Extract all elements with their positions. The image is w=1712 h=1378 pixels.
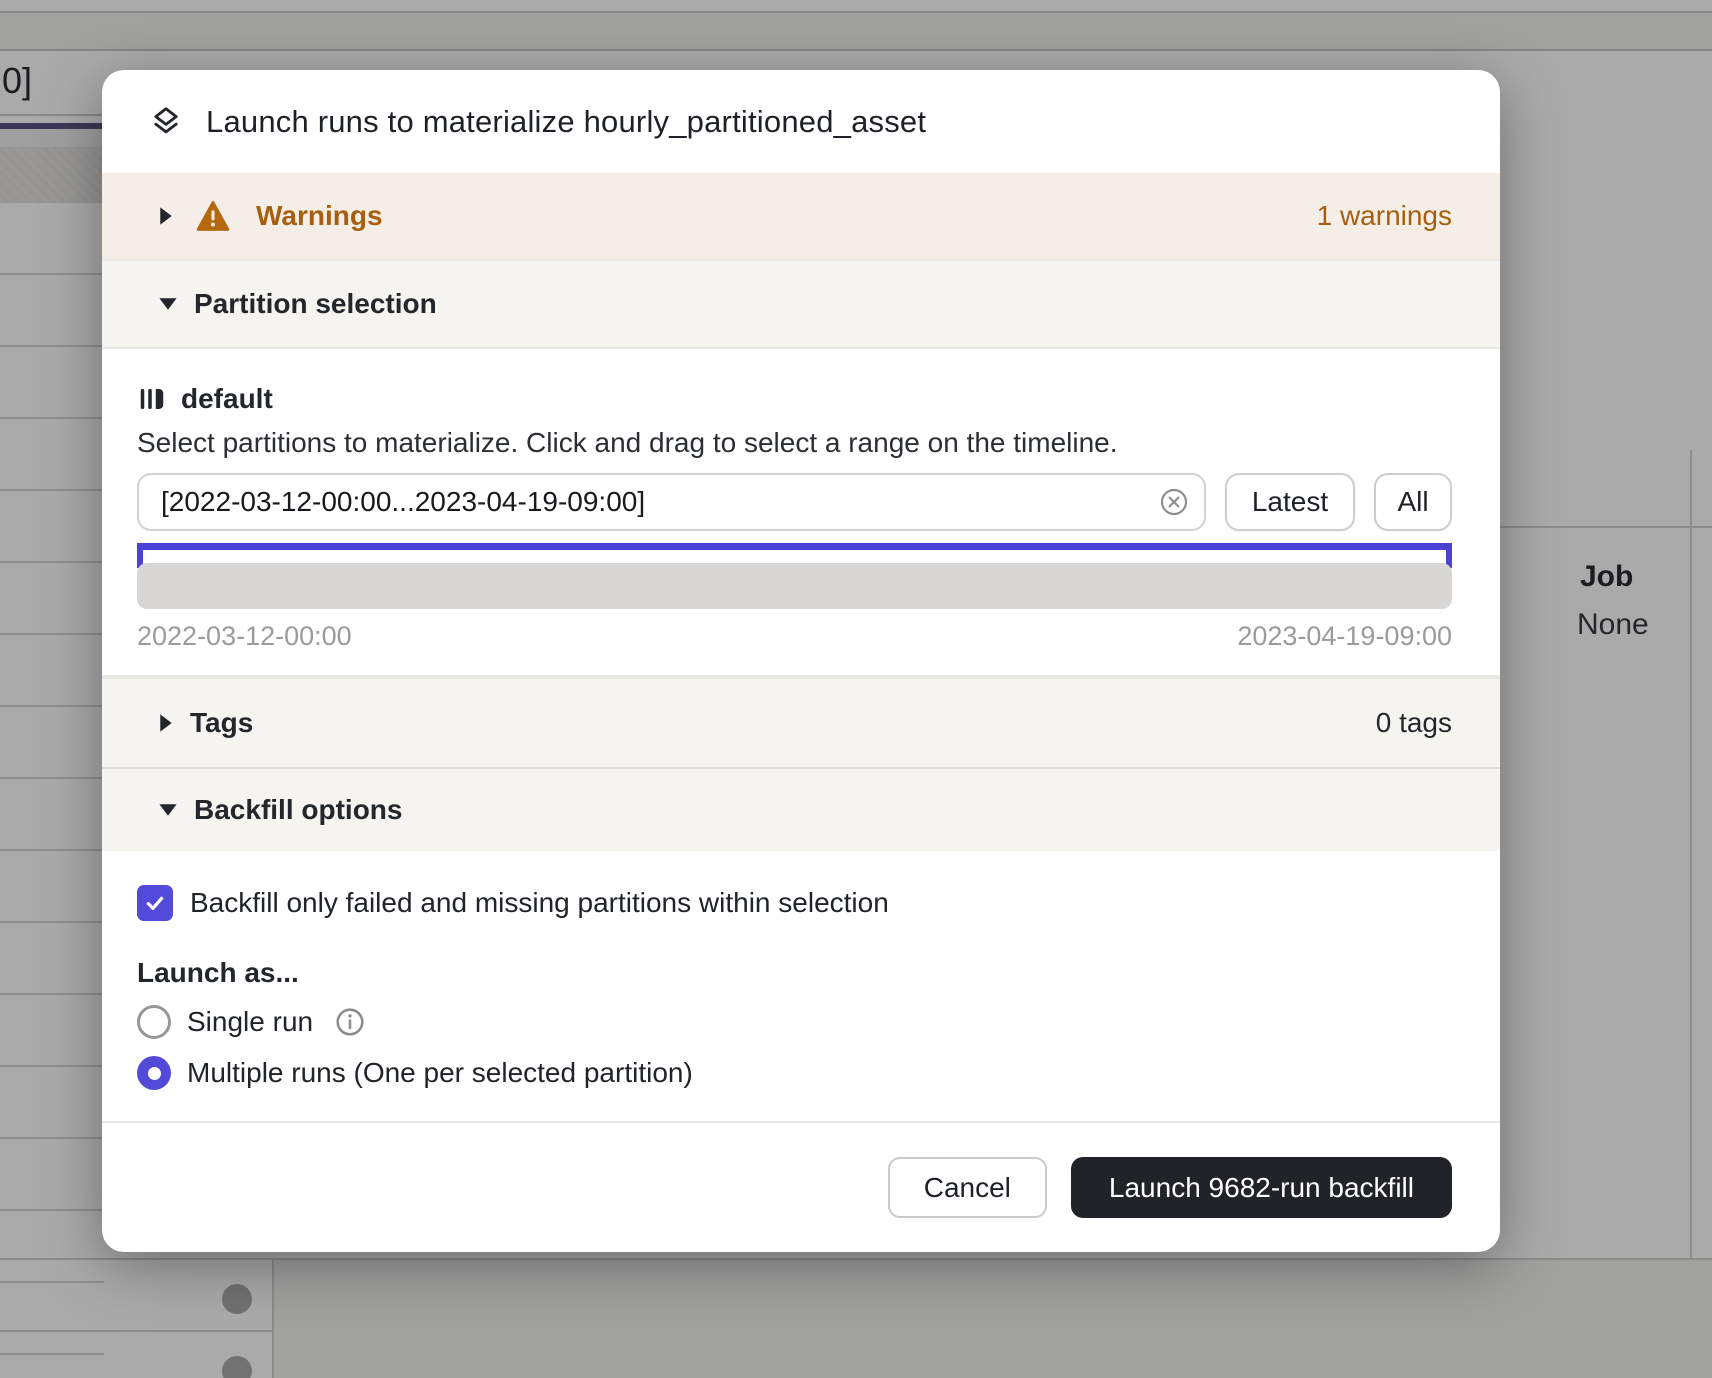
backfill-options-body: Backfill only failed and missing partiti… bbox=[102, 851, 1500, 1121]
partition-range-input[interactable] bbox=[137, 473, 1206, 531]
launch-as-label: Launch as... bbox=[137, 957, 1452, 989]
multiple-runs-label: Multiple runs (One per selected partitio… bbox=[187, 1057, 693, 1089]
partition-selection-toggle[interactable]: Partition selection bbox=[102, 259, 1500, 347]
warnings-count: 1 warnings bbox=[1317, 200, 1452, 232]
launch-backfill-dialog: Launch runs to materialize hourly_partit… bbox=[102, 70, 1500, 1252]
timeline-start-date: 2022-03-12-00:00 bbox=[137, 621, 352, 652]
single-run-radio[interactable] bbox=[137, 1005, 171, 1039]
tags-header: Tags bbox=[190, 707, 253, 739]
backfill-failed-missing-checkbox[interactable] bbox=[137, 885, 173, 921]
info-circle-icon[interactable] bbox=[335, 1007, 365, 1037]
caret-down-icon bbox=[158, 296, 178, 312]
caret-right-icon bbox=[158, 713, 174, 733]
partition-input-row: Latest All bbox=[137, 473, 1452, 531]
partition-helper-text: Select partitions to materialize. Click … bbox=[137, 427, 1452, 459]
tags-section-toggle[interactable]: Tags 0 tags bbox=[102, 677, 1500, 767]
dialog-header: Launch runs to materialize hourly_partit… bbox=[102, 70, 1500, 173]
single-run-option[interactable]: Single run bbox=[137, 1004, 1452, 1040]
timeline-end-date: 2023-04-19-09:00 bbox=[1237, 621, 1452, 652]
dimension-row: default bbox=[137, 383, 1452, 415]
cancel-button[interactable]: Cancel bbox=[888, 1157, 1047, 1218]
dialog-footer: Cancel Launch 9682-run backfill bbox=[102, 1121, 1500, 1252]
partition-set-icon bbox=[137, 384, 167, 414]
backfill-options-toggle[interactable]: Backfill options bbox=[102, 767, 1500, 851]
multiple-runs-radio[interactable] bbox=[137, 1056, 171, 1090]
asset-layers-icon bbox=[148, 104, 184, 140]
single-run-label: Single run bbox=[187, 1006, 313, 1038]
warnings-section-toggle[interactable]: Warnings 1 warnings bbox=[102, 173, 1500, 259]
dialog-title: Launch runs to materialize hourly_partit… bbox=[206, 104, 926, 140]
backfill-failed-missing-row[interactable]: Backfill only failed and missing partiti… bbox=[137, 885, 1452, 921]
launch-backfill-button[interactable]: Launch 9682-run backfill bbox=[1071, 1157, 1452, 1218]
all-button[interactable]: All bbox=[1374, 473, 1452, 531]
partition-input-wrap bbox=[137, 473, 1206, 531]
warning-triangle-icon bbox=[196, 200, 230, 232]
timeline-date-labels: 2022-03-12-00:00 2023-04-19-09:00 bbox=[137, 621, 1452, 652]
caret-down-icon bbox=[158, 802, 178, 818]
dimension-name: default bbox=[181, 383, 273, 415]
partition-timeline[interactable] bbox=[137, 563, 1452, 609]
warnings-label: Warnings bbox=[256, 200, 383, 232]
caret-right-icon bbox=[158, 206, 174, 226]
tags-count: 0 tags bbox=[1376, 707, 1452, 739]
partition-selection-body: default Select partitions to materialize… bbox=[102, 347, 1500, 677]
multiple-runs-option[interactable]: Multiple runs (One per selected partitio… bbox=[137, 1055, 1452, 1091]
latest-button[interactable]: Latest bbox=[1225, 473, 1355, 531]
backfill-failed-missing-label: Backfill only failed and missing partiti… bbox=[190, 887, 889, 919]
partition-selection-header: Partition selection bbox=[194, 288, 437, 320]
backfill-options-header: Backfill options bbox=[194, 794, 402, 826]
clear-input-button[interactable] bbox=[1158, 486, 1190, 518]
